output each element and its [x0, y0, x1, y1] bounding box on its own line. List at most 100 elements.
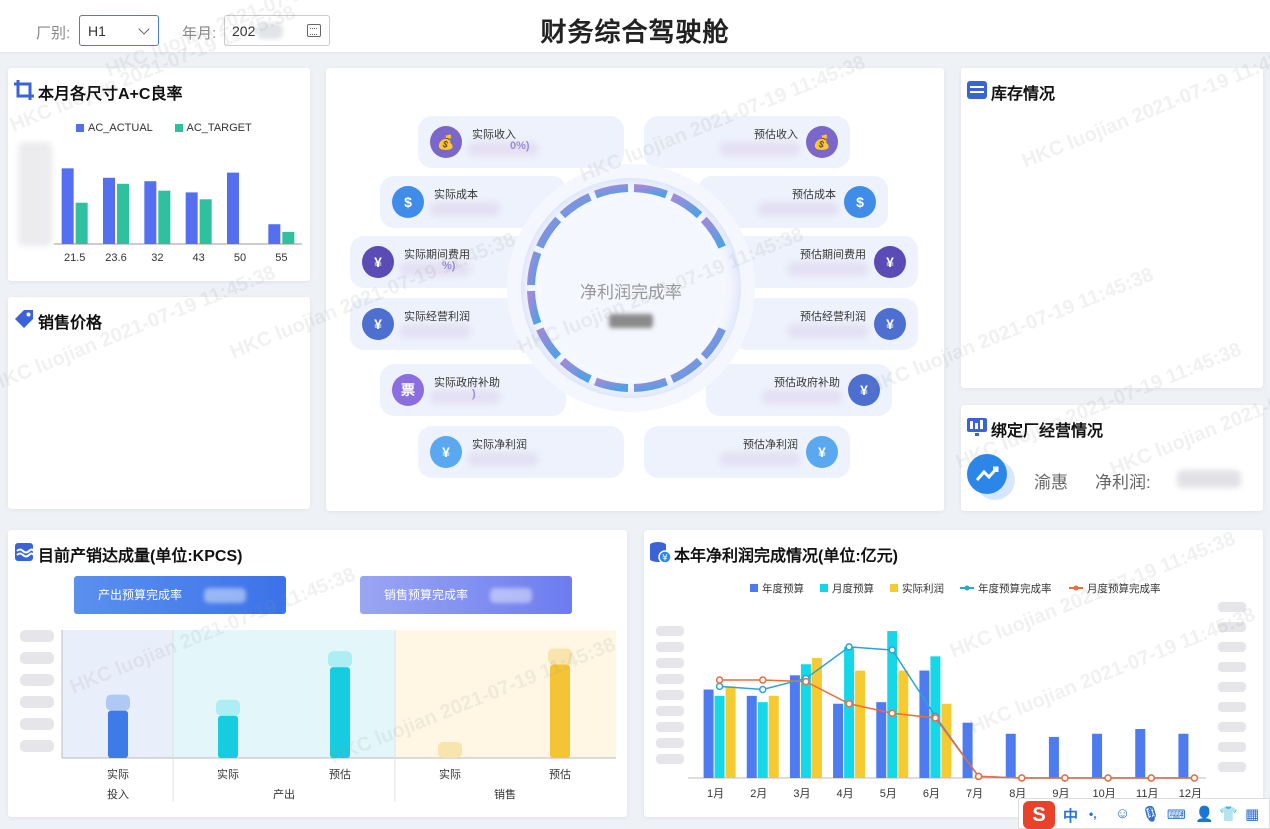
metric-icon: 💰 [430, 126, 462, 158]
annual-profit-chart: 年度预算 月度预算 实际利润 年度预算完成率 月度预算完成率 1月 2月 3月 4月 5月 6月 7月… [656, 582, 1246, 800]
metric-icon: ¥ [874, 246, 906, 278]
legend-label: 实际利润 [902, 582, 944, 595]
annual-profit-panel: ¥ 本年净利润完成情况(单位:亿元) 年度预算 月度预算 实际利润 年度预算完成率 月度… [644, 530, 1263, 817]
legend-label: 月度预算完成率 [1087, 582, 1161, 595]
production-bar-label-redacted [328, 651, 352, 668]
annual-bar [703, 689, 714, 778]
metric-label: 预估净利润 [743, 439, 798, 451]
x-tick-label: 21.5 [64, 252, 85, 264]
legend-swatch [750, 584, 758, 592]
y-left-tick-redacted [656, 706, 684, 716]
x-tick-label: 实际 [107, 767, 129, 781]
metric-value-redacted [762, 390, 842, 404]
y-left-tick-redacted [656, 658, 684, 668]
line-point [759, 685, 767, 694]
annual-bar [919, 670, 930, 778]
bar-ac_target [282, 231, 295, 244]
microphone-icon[interactable]: 🎙 [1141, 805, 1160, 823]
metric-icon: $ [392, 186, 424, 218]
metric-icon: 💰 [806, 126, 838, 158]
toolbox-icon[interactable]: ▦ [1245, 805, 1259, 823]
bar-ac_actual [185, 192, 198, 244]
line-point [931, 714, 940, 722]
sogou-logo[interactable]: S [1023, 801, 1055, 829]
estimate-metric-card[interactable]: ¥ 预估期间费用 [732, 236, 918, 288]
bar-ac_target [158, 190, 171, 244]
user-icon[interactable]: 👤 [1195, 805, 1214, 823]
metric-value-redacted [400, 262, 470, 276]
ime-toolbar: S 中 •, ☺ 🎙 ⌨ 👤 👕 ▦ [1018, 798, 1270, 829]
production-bar-label-redacted [548, 648, 572, 665]
annual-bar [1048, 736, 1059, 778]
legend-swatch [890, 584, 898, 592]
y-right-tick-redacted [1218, 762, 1246, 772]
annual-bar [962, 722, 973, 778]
metric-icon: ¥ [430, 436, 462, 468]
y-left-tick-redacted [656, 674, 684, 684]
inventory-panel: 库存情况 [961, 68, 1263, 388]
y-right-tick-redacted [1218, 622, 1246, 632]
estimate-metric-card[interactable]: ¥ 预估净利润 [644, 426, 850, 478]
x-tick-label: 6月 [923, 788, 940, 800]
bar-ac_target [117, 183, 129, 244]
production-bar-label-redacted [216, 699, 240, 716]
legend-swatch [820, 584, 828, 592]
production-bar [550, 664, 570, 758]
bound-factory-title: 绑定厂经营情况 [991, 423, 1104, 440]
actual-metric-card[interactable]: ¥ 实际净利润 [418, 426, 624, 478]
bar-ac_actual [268, 224, 281, 244]
monitor-icon [967, 418, 987, 436]
metric-value-redacted [758, 202, 838, 216]
bar-ac_actual [227, 172, 239, 244]
ac-rate-panel: 本月各尺寸A+C良率 AC_ACTUAL AC_TARGET 21.5 23.6 3… [8, 68, 310, 281]
production-chart: 实际 实际 预估 实际 预估投入 产出 销售 [20, 630, 616, 802]
y-tick-redacted [20, 718, 54, 730]
annual-bar [811, 657, 822, 778]
header-bar: 厂别: H1 年月: 202 财务综合驾驶舱 [0, 0, 1270, 52]
estimate-metric-card[interactable]: ¥ 预估经营利润 [732, 298, 918, 350]
y-right-tick-redacted [1218, 682, 1246, 692]
legend-label: 月度预算 [832, 582, 874, 595]
metric-icon: ¥ [362, 308, 394, 340]
legend-dot-swatch [964, 585, 970, 591]
annual-bar [768, 695, 779, 778]
y-tick-redacted [20, 652, 54, 664]
annual-bar [898, 670, 909, 778]
x-group-label: 投入 [107, 787, 129, 801]
skin-icon[interactable]: 👕 [1219, 805, 1238, 823]
group-bg-sales [395, 630, 616, 758]
page-title: 财务综合驾驶舱 [540, 17, 730, 47]
punctuation-icon[interactable]: •, [1089, 807, 1097, 821]
keyboard-icon[interactable]: ⌨ [1167, 807, 1186, 823]
x-group-label: 销售 [494, 787, 516, 801]
profit-center-panel: 💰 实际收入 0%) $ 实际成本 ¥ 实际期间费用%) ¥ 实际经营利润票实际政府补助) ¥ 实际… [326, 68, 944, 511]
metric-label: 实际成本 [434, 189, 478, 201]
annual-bar [1005, 733, 1016, 778]
metric-value-redacted [788, 262, 868, 276]
metric-icon: ¥ [874, 308, 906, 340]
production-bar [330, 667, 350, 758]
production-bar [108, 710, 128, 758]
production-bar-label-redacted [438, 742, 462, 758]
ring-label: 净利润完成率 [580, 283, 682, 302]
x-group-label: 产出 [273, 787, 295, 801]
emoji-icon[interactable]: ☺ [1115, 805, 1130, 822]
x-tick-label: 1月 [707, 788, 724, 800]
annual-bar [844, 646, 855, 778]
metric-value-redacted [400, 324, 470, 338]
annual-bar [833, 703, 844, 778]
ime-language-toggle[interactable]: 中 [1063, 805, 1078, 826]
bound-profit-label: 净利润: [1095, 473, 1151, 492]
line-point [845, 643, 853, 651]
line-point [802, 677, 810, 686]
x-tick-label: 23.6 [105, 252, 126, 264]
bar-ac_target [199, 199, 212, 244]
bound-profit-redacted [1177, 470, 1241, 488]
production-panel: 目前产销达成量(单位:KPCS) 产出预算完成率 销售预算完成率 实际 实际 预估实… [8, 530, 627, 817]
line-point [715, 682, 724, 691]
annual-bar [876, 702, 887, 778]
metric-value-redacted [788, 324, 868, 338]
metric-value-redacted [430, 390, 500, 404]
line-point [1018, 774, 1026, 782]
price-panel: 销售价格 [8, 297, 310, 509]
